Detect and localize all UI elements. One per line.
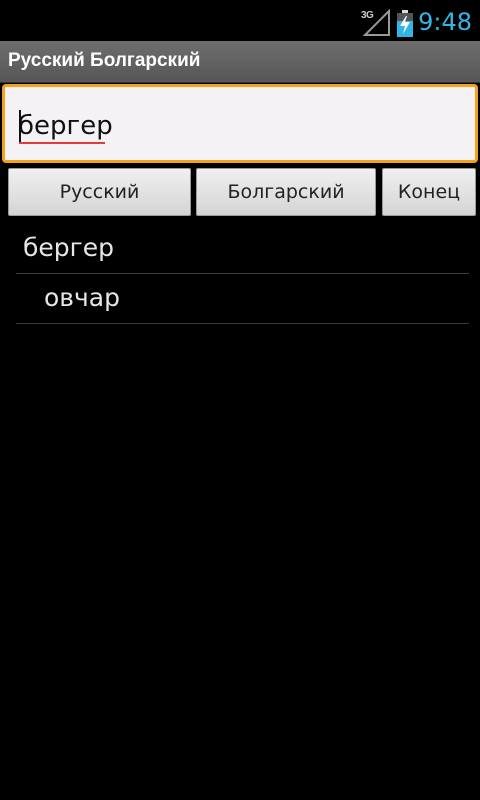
search-input-value[interactable]: бергер — [18, 111, 113, 141]
phone-screen: 3G 9:48 Русский Болгарский бергер Русски… — [0, 0, 480, 800]
list-item-term: бергер — [23, 233, 115, 262]
list-item[interactable]: овчар — [16, 274, 469, 324]
russian-button[interactable]: Русский — [8, 168, 191, 216]
battery-charging-icon — [397, 10, 413, 37]
search-input[interactable]: бергер — [2, 84, 478, 163]
bulgarian-button[interactable]: Болгарский — [196, 168, 376, 216]
signal-strength-icon — [362, 9, 390, 36]
results-list: бергер овчар — [16, 224, 469, 324]
title-bar: Русский Болгарский — [0, 41, 480, 83]
status-clock: 9:48 — [418, 8, 472, 36]
status-bar: 3G 9:48 — [0, 0, 480, 41]
app-title: Русский Болгарский — [8, 50, 201, 71]
exit-button[interactable]: Конец — [382, 168, 476, 216]
list-item[interactable]: бергер — [16, 224, 469, 274]
list-item-translation: овчар — [44, 283, 120, 312]
spellcheck-underline — [19, 142, 105, 144]
